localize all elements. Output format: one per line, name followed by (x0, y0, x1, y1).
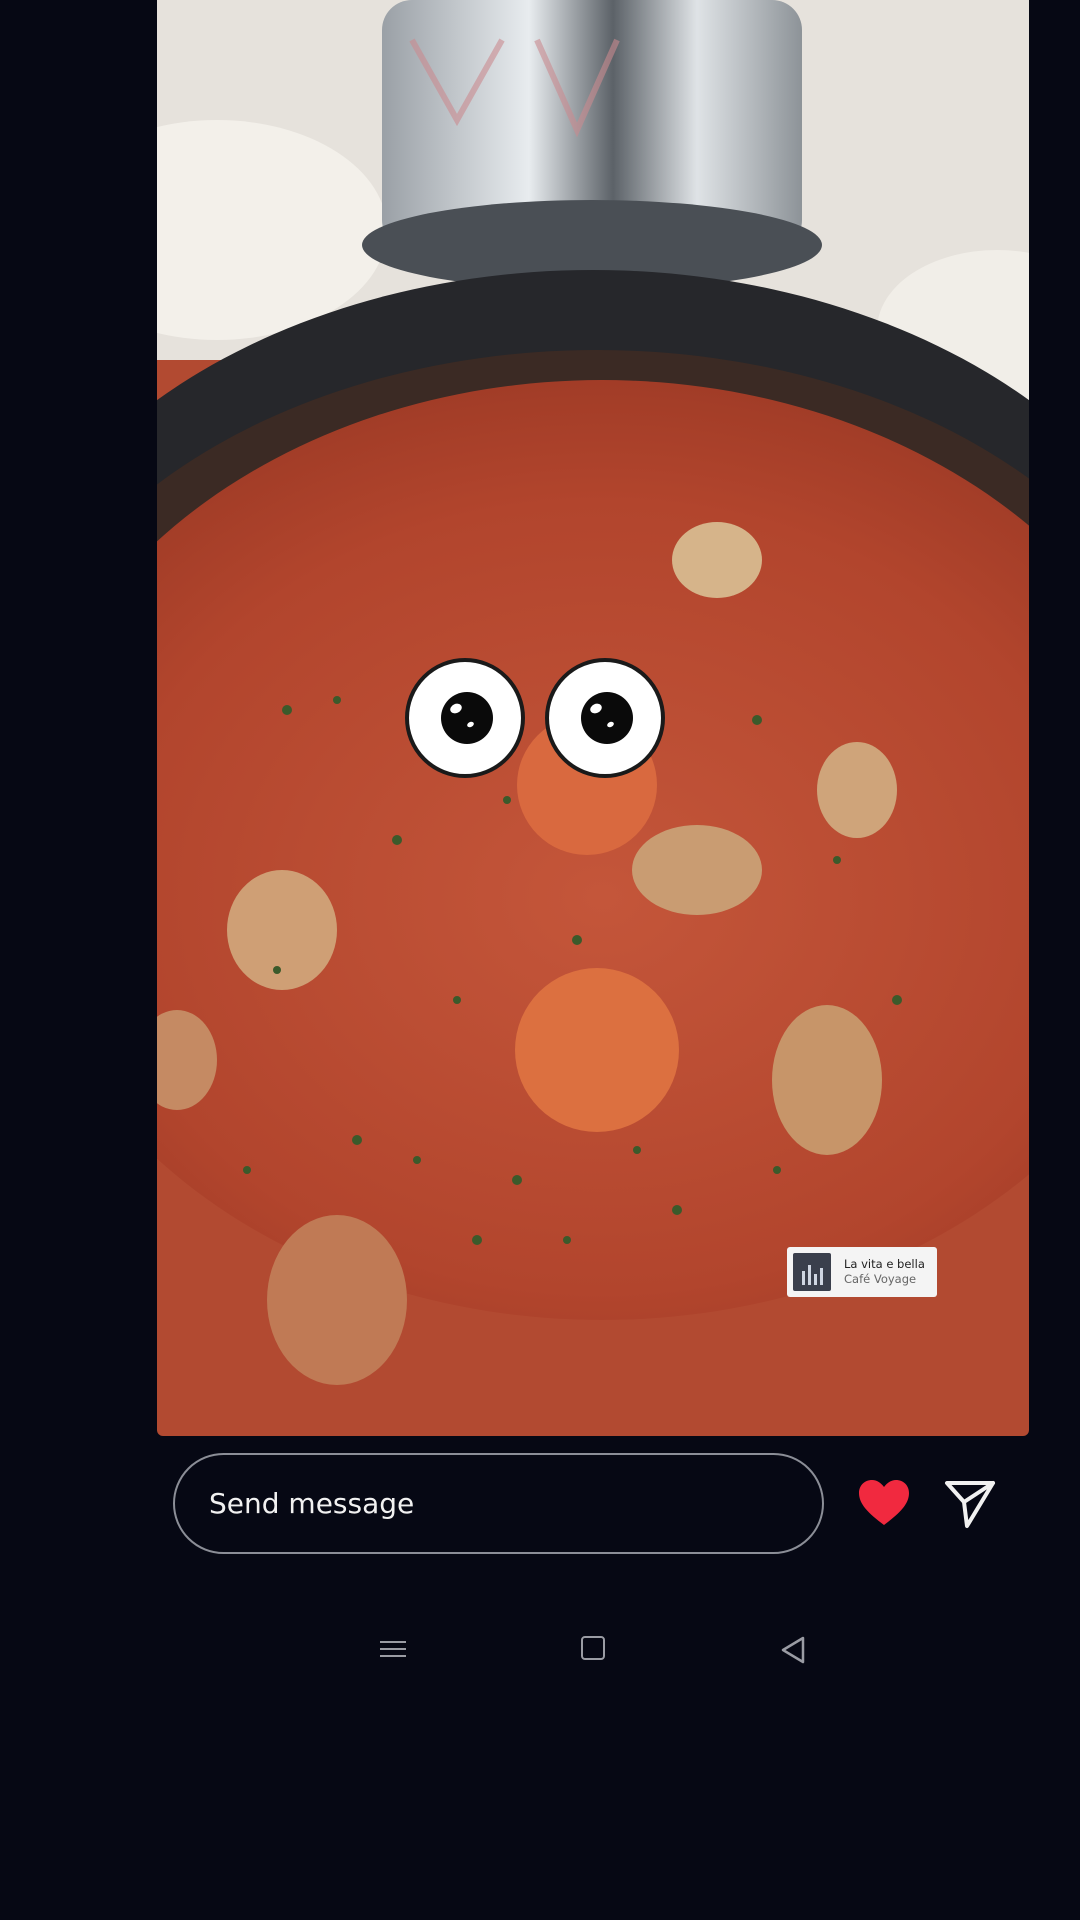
left-eye-icon (405, 658, 525, 778)
song-artist: Café Voyage (844, 1272, 917, 1286)
googly-eyes-sticker (405, 658, 671, 784)
message-input[interactable] (207, 1486, 771, 1521)
like-button[interactable] (858, 1479, 910, 1527)
right-eye-icon (545, 658, 665, 778)
message-composer[interactable] (173, 1453, 824, 1554)
paper-plane-icon (945, 1481, 995, 1528)
send-button[interactable] (944, 1479, 996, 1529)
music-sticker[interactable]: La vita e bella Café Voyage (787, 1247, 937, 1297)
song-title: La vita e bella (844, 1257, 925, 1271)
home-icon[interactable] (581, 1636, 605, 1660)
system-nav-bar (0, 1620, 1080, 1680)
heart-icon (859, 1480, 909, 1525)
album-art-icon (793, 1253, 831, 1291)
back-icon[interactable] (780, 1636, 806, 1664)
menu-icon[interactable] (380, 1636, 406, 1662)
story-media[interactable]: La vita e bella Café Voyage (157, 0, 1029, 1436)
